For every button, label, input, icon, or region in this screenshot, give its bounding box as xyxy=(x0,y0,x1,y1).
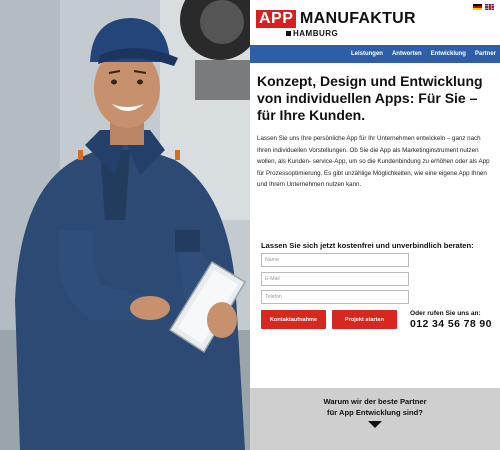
phone-input[interactable] xyxy=(261,290,409,304)
worker-with-tablet-image xyxy=(0,0,250,450)
contact-button[interactable]: Kontaktaufnahme xyxy=(261,310,326,329)
name-input[interactable] xyxy=(261,253,409,267)
logo-location: HAMBURG xyxy=(286,29,338,38)
hero-photo xyxy=(0,0,250,450)
language-switcher xyxy=(473,4,494,10)
nav-item-partner[interactable]: Partner xyxy=(475,51,496,57)
flag-de-icon[interactable] xyxy=(473,4,482,10)
intro-paragraph: Lassen Sie uns Ihre persönliche App für … xyxy=(257,135,490,188)
phone-number[interactable]: 012 34 56 78 90 xyxy=(410,318,492,330)
nav-item-leistungen[interactable]: Leistungen xyxy=(351,51,383,57)
start-project-button[interactable]: Projekt starten xyxy=(332,310,397,329)
arrow-down-icon[interactable] xyxy=(368,421,382,428)
partner-heading-line-2: für App Entwicklung sind? xyxy=(327,408,423,417)
content-panel: APP MANUFAKTUR HAMBURG Leistungen Antwor… xyxy=(250,0,500,450)
main-navigation: Leistungen Antworten Entwicklung Partner xyxy=(250,45,500,63)
logo-wordmark: MANUFAKTUR xyxy=(300,10,416,27)
partner-section[interactable]: Warum wir der beste Partner für App Entw… xyxy=(250,388,500,450)
brand-logo[interactable]: APP MANUFAKTUR HAMBURG xyxy=(256,10,416,40)
email-input[interactable] xyxy=(261,272,409,286)
call-us-label: Oder rufen Sie uns an: xyxy=(410,310,481,317)
page-headline: Konzept, Design und Entwicklung von indi… xyxy=(257,73,483,123)
nav-item-antworten[interactable]: Antworten xyxy=(392,51,422,57)
flag-en-icon[interactable] xyxy=(485,4,494,10)
logo-app-mark: APP xyxy=(256,10,297,28)
nav-item-entwicklung[interactable]: Entwicklung xyxy=(431,51,466,57)
contact-form-title: Lassen Sie sich jetzt kostenfrei und unv… xyxy=(261,241,474,250)
partner-heading-line-1: Warum wir der beste Partner xyxy=(323,397,427,406)
